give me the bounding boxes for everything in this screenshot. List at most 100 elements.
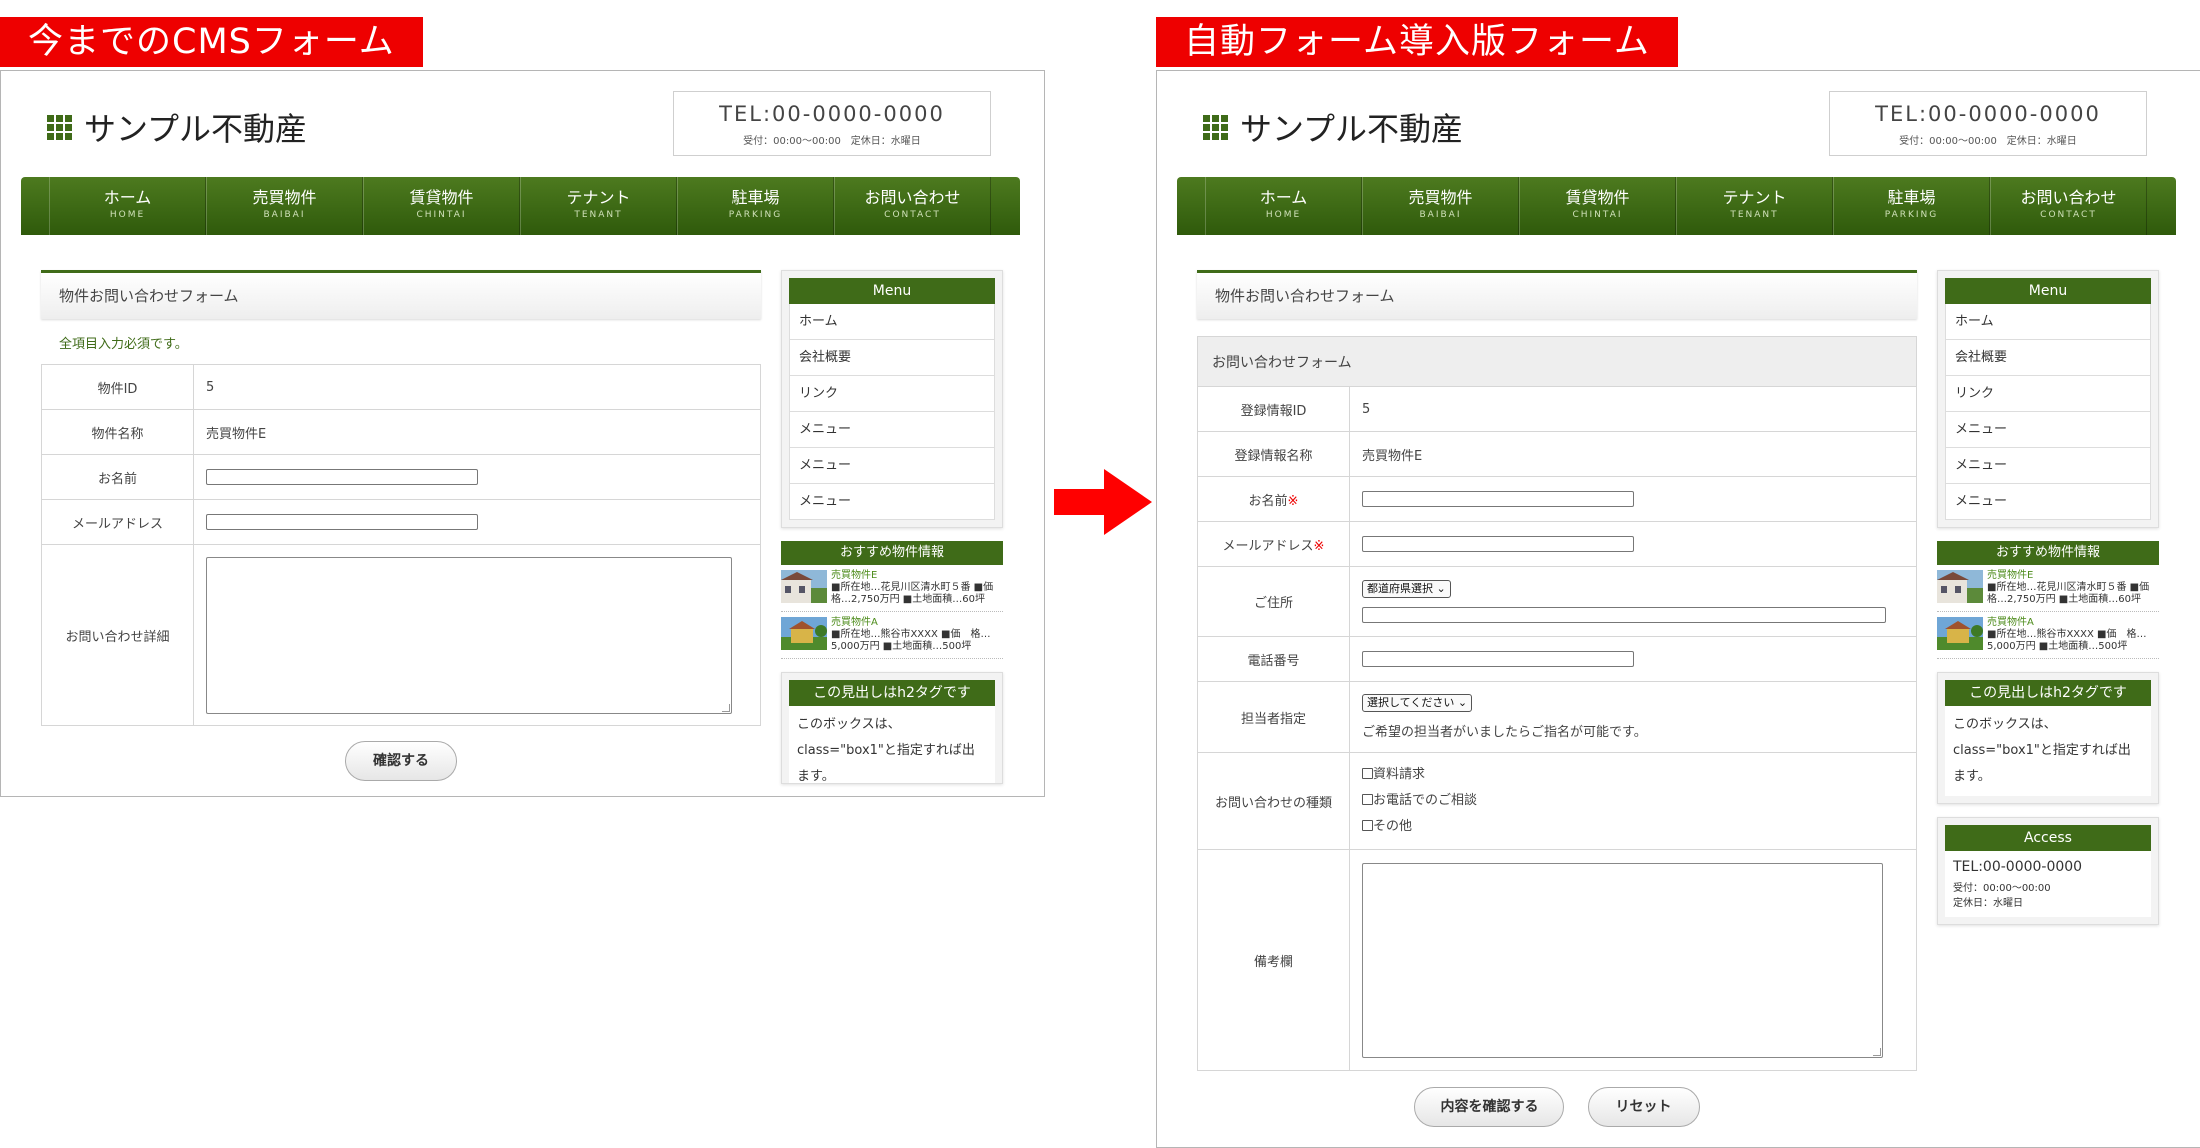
- access-title: Access: [1945, 825, 2151, 851]
- tel-hours: 受付：00:00〜00:00 定休日：水曜日: [1899, 136, 2077, 147]
- recommended-box: おすすめ物件情報 売買物件E ■所在地…花見川区清水町５番 ■価格…2,750万円…: [1937, 541, 2159, 659]
- registration-id-label: 登録情報ID: [1197, 386, 1350, 432]
- nav-home[interactable]: ホーム HOME: [1205, 177, 1362, 235]
- table-row: お問い合わせ詳細: [41, 544, 761, 726]
- recommended-detail: ■所在地…花見川区清水町５番 ■価格…2,750万円 ■土地面積…60坪: [1987, 582, 2150, 605]
- recommended-name: 売買物件A: [831, 617, 878, 628]
- checkbox-document[interactable]: 資料請求: [1362, 762, 1915, 788]
- nav-baibai[interactable]: 売買物件 BAIBAI: [1362, 177, 1519, 235]
- name-label: お名前※: [1197, 476, 1350, 522]
- menu-item-menu[interactable]: メニュー: [1946, 412, 2150, 448]
- phone-input[interactable]: [1362, 651, 1634, 667]
- access-holiday: 定休日：水曜日: [1953, 898, 2023, 909]
- menu-item-menu[interactable]: メニュー: [1946, 448, 2150, 484]
- menu-title: Menu: [1945, 278, 2151, 304]
- menu-item-menu[interactable]: メニュー: [790, 448, 994, 484]
- table-row: ご住所 都道府県選択 ⌄: [1197, 566, 1917, 637]
- old-form-main: 物件お問い合わせフォーム 全項目入力必須です。 物件ID 5 物件名称 売買物件…: [41, 270, 761, 781]
- access-hours: 受付：00:00〜00:00: [1953, 883, 2051, 894]
- chevron-down-icon: ⌄: [1457, 696, 1468, 709]
- menu-item-link[interactable]: リンク: [1946, 376, 2150, 412]
- table-row: 物件ID 5: [41, 364, 761, 410]
- chevron-down-icon: ⌄: [1436, 582, 1446, 595]
- list-item[interactable]: 売買物件A ■所在地…熊谷市XXXX ■価 格…5,000万円 ■土地面積…500…: [781, 612, 1003, 659]
- confirm-button[interactable]: 内容を確認する: [1414, 1087, 1565, 1127]
- page-title: 物件お問い合わせフォーム: [1197, 270, 1917, 319]
- menu-item-company[interactable]: 会社概要: [1946, 340, 2150, 376]
- menu-item-menu[interactable]: メニュー: [790, 484, 994, 519]
- recommended-detail: ■所在地…花見川区清水町５番 ■価格…2,750万円 ■土地面積…60坪: [831, 582, 994, 605]
- menu-title: Menu: [789, 278, 995, 304]
- nav-tenant[interactable]: テナント TENANT: [520, 177, 677, 235]
- nav-contact[interactable]: お問い合わせ CONTACT: [1990, 177, 2147, 235]
- recommended-box: おすすめ物件情報 売買物件E ■所在地…花見川区清水町５番 ■価格…2,750万円…: [781, 541, 1003, 659]
- prefecture-select[interactable]: 都道府県選択 ⌄: [1362, 580, 1451, 598]
- email-input[interactable]: [206, 514, 478, 530]
- table-row: 登録情報名称 売買物件E: [1197, 431, 1917, 477]
- grid-logo-icon: [1203, 114, 1228, 140]
- staff-note: ご希望の担当者がいましたらご指名が可能です。: [1362, 725, 1647, 740]
- confirm-button[interactable]: 確認する: [345, 741, 457, 781]
- site-logo-link[interactable]: サンプル不動産: [47, 104, 307, 150]
- list-item[interactable]: 売買物件E ■所在地…花見川区清水町５番 ■価格…2,750万円 ■土地面積…60…: [1937, 565, 2159, 612]
- name-label: お名前: [41, 454, 194, 500]
- nav-parking[interactable]: 駐車場 PARKING: [677, 177, 834, 235]
- nav-contact[interactable]: お問い合わせ CONTACT: [834, 177, 991, 235]
- h2-box-title: この見出しはh2タグです: [789, 680, 995, 706]
- table-row: 備考欄: [1197, 849, 1917, 1071]
- menu-item-company[interactable]: 会社概要: [790, 340, 994, 376]
- nav-parking[interactable]: 駐車場 PARKING: [1833, 177, 1990, 235]
- menu-item-link[interactable]: リンク: [790, 376, 994, 412]
- new-form-label: 自動フォーム導入版フォーム: [1156, 17, 1678, 67]
- email-input[interactable]: [1362, 536, 1634, 552]
- old-form-table: 物件ID 5 物件名称 売買物件E お名前 メールアドレス お問い合わせ詳細: [41, 364, 761, 726]
- h2-box-text: このボックスは、class="box1"と指定すれば出ます。: [789, 706, 995, 783]
- address-label: ご住所: [1197, 566, 1350, 637]
- menu-item-menu[interactable]: メニュー: [790, 412, 994, 448]
- nav-baibai[interactable]: 売買物件 BAIBAI: [206, 177, 363, 235]
- house-photo-icon: [781, 617, 827, 650]
- list-item[interactable]: 売買物件A ■所在地…熊谷市XXXX ■価 格…5,000万円 ■土地面積…500…: [1937, 612, 2159, 659]
- menu-box: Menu ホーム 会社概要 リンク メニュー メニュー メニュー: [781, 270, 1003, 528]
- right-arrow-icon: [1054, 469, 1152, 535]
- tel-hours: 受付：00:00〜00:00 定休日：水曜日: [743, 136, 921, 147]
- detail-textarea[interactable]: [206, 556, 732, 714]
- nav-chintai[interactable]: 賃貸物件 CHINTAI: [1519, 177, 1676, 235]
- checkbox-icon: [1362, 794, 1373, 805]
- checkbox-phone-consult[interactable]: お電話でのご相談: [1362, 788, 1915, 814]
- menu-box: Menu ホーム 会社概要 リンク メニュー メニュー メニュー: [1937, 270, 2159, 528]
- nav-tenant[interactable]: テナント TENANT: [1676, 177, 1833, 235]
- staff-select[interactable]: 選択してください ⌄: [1362, 694, 1473, 712]
- grid-logo-icon: [47, 114, 72, 140]
- site-name: サンプル不動産: [1240, 110, 1464, 148]
- list-item[interactable]: 売買物件E ■所在地…花見川区清水町５番 ■価格…2,750万円 ■土地面積…60…: [781, 565, 1003, 612]
- site-logo-link[interactable]: サンプル不動産: [1203, 104, 1463, 150]
- checkbox-other[interactable]: その他: [1362, 814, 1915, 840]
- house-photo-icon: [1937, 617, 1983, 650]
- email-label: メールアドレス※: [1197, 521, 1350, 567]
- reset-button[interactable]: リセット: [1587, 1087, 1700, 1127]
- recommended-title: おすすめ物件情報: [1937, 541, 2159, 565]
- table-row: メールアドレス※: [1197, 521, 1917, 567]
- table-row: お問い合わせの種類 資料請求 お電話でのご相談 その他: [1197, 752, 1917, 850]
- required-mark: ※: [1287, 493, 1299, 509]
- tel-number: TEL:00-0000-0000: [1875, 102, 2101, 126]
- h2-box-title: この見出しはh2タグです: [1945, 680, 2151, 706]
- access-tel: TEL:00-0000-0000: [1953, 859, 2083, 875]
- nav-home[interactable]: ホーム HOME: [49, 177, 206, 235]
- menu-item-home[interactable]: ホーム: [790, 304, 994, 340]
- h2-box: この見出しはh2タグです このボックスは、class="box1"と指定すれば出…: [1937, 672, 2159, 804]
- required-note: 全項目入力必須です。: [59, 337, 188, 352]
- name-input[interactable]: [1362, 491, 1634, 507]
- tel-box: TEL:00-0000-0000 受付：00:00〜00:00 定休日：水曜日: [673, 91, 991, 156]
- nav-chintai[interactable]: 賃貸物件 CHINTAI: [363, 177, 520, 235]
- new-form-table: お問い合わせフォーム 登録情報ID 5 登録情報名称 売買物件E お名前※ メー…: [1197, 336, 1917, 1071]
- menu-item-menu[interactable]: メニュー: [1946, 484, 2150, 519]
- address-input[interactable]: [1362, 607, 1886, 623]
- menu-item-home[interactable]: ホーム: [1946, 304, 2150, 340]
- remarks-label: 備考欄: [1197, 849, 1350, 1071]
- name-input[interactable]: [206, 469, 478, 485]
- recommended-name: 売買物件E: [831, 570, 878, 581]
- property-id-label: 物件ID: [41, 364, 194, 410]
- remarks-textarea[interactable]: [1362, 862, 1883, 1058]
